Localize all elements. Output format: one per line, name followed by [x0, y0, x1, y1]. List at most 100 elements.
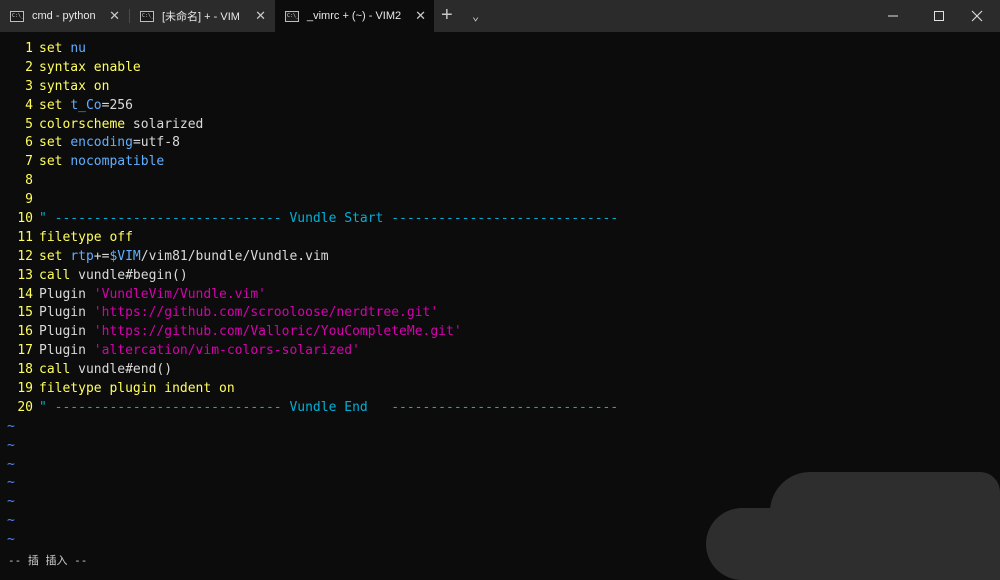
line-number: 19 [17, 381, 33, 397]
code-token: 'https://github.com/Valloric/YouComplete… [93, 324, 462, 340]
close-window-button[interactable] [954, 0, 1000, 32]
code-token: encoding [70, 135, 133, 151]
code-token: call [39, 267, 71, 283]
close-icon [971, 10, 983, 22]
code-token: plugin [109, 381, 157, 397]
code-token: set [39, 41, 63, 56]
line-number: 12 [17, 248, 33, 264]
tab-close-icon[interactable]: ✕ [415, 0, 426, 32]
code-token: " ----------------------------- Vundle S… [39, 211, 619, 227]
line-number: 10 [17, 211, 33, 227]
code-line[interactable]: 10 " ----------------------------- Vundle… [0, 210, 1000, 229]
code-line[interactable]: 8 [0, 172, 1000, 191]
code-token: 'https://github.com/scrooloose/nerdtree.… [93, 305, 439, 321]
line-number: 7 [25, 154, 33, 170]
code-token: /vim81/bundle/Vundle.vim [140, 248, 329, 264]
line-number: 2 [25, 59, 33, 75]
code-token: Plugin [39, 324, 94, 340]
code-token: Plugin [39, 286, 94, 302]
line-number: 11 [17, 229, 33, 245]
line-number: 13 [17, 267, 33, 283]
line-number: 5 [25, 116, 33, 132]
code-token: 'altercation/vim-colors-solarized' [93, 343, 360, 359]
tab-close-icon[interactable]: ✕ [109, 0, 120, 32]
code-line[interactable]: 1 set nu [0, 40, 1000, 59]
code-token: Plugin [39, 305, 94, 321]
code-line[interactable]: 9 [0, 191, 1000, 210]
code-token: off [109, 229, 133, 245]
line-number: 1 [25, 41, 33, 56]
line-number: 4 [25, 97, 33, 113]
code-token: vundle#begin() [70, 267, 188, 283]
code-token: set [39, 154, 63, 170]
tab-title: _vimrc + (~) - VIM2 [307, 10, 402, 22]
code-line[interactable]: 11 filetype off [0, 229, 1000, 248]
line-number: 6 [25, 135, 33, 151]
tab-vimrc-vim2[interactable]: C:\_ _vimrc + (~) - VIM2 ✕ [275, 0, 434, 32]
tab-title: [未命名] + - VIM [162, 11, 240, 23]
code-line[interactable]: 5 colorscheme solarized [0, 116, 1000, 135]
code-token: nocompatible [70, 154, 165, 170]
code-token: on [93, 78, 110, 94]
code-token: nu [70, 41, 86, 56]
line-number: 3 [25, 78, 33, 94]
code-token: vundle#end() [70, 362, 173, 378]
code-token: colorscheme [39, 116, 126, 132]
code-token: += [93, 248, 110, 264]
empty-line-marker: ~ [7, 437, 15, 453]
minimize-button[interactable] [870, 0, 916, 32]
line-number: 17 [17, 343, 33, 359]
code-line[interactable]: 2 syntax enable [0, 59, 1000, 78]
code-line[interactable]: 12 set rtp+=$VIM/vim81/bundle/Vundle.vim [0, 248, 1000, 267]
code-token: " ----------------------------- Vundle E… [39, 399, 619, 415]
code-line[interactable]: 4 set t_Co=256 [0, 97, 1000, 116]
code-token: filetype [39, 381, 102, 397]
tab-unnamed-vim[interactable]: C:\_ [未命名] + - VIM ✕ [130, 0, 274, 32]
code-line[interactable]: 14 Plugin 'VundleVim/Vundle.vim' [0, 286, 1000, 305]
tab-title: cmd - python [32, 10, 96, 22]
code-line[interactable]: 19 filetype plugin indent on [0, 380, 1000, 399]
code-token: set [39, 97, 63, 113]
terminal-icon: C:\_ [140, 10, 154, 22]
code-token: rtp [70, 248, 94, 264]
line-number: 8 [25, 173, 33, 189]
line-number: 9 [25, 192, 33, 208]
code-line[interactable]: 13 call vundle#begin() [0, 267, 1000, 286]
code-line[interactable]: 15 Plugin 'https://github.com/scrooloose/… [0, 304, 1000, 323]
terminal-icon: C:\_ [285, 10, 299, 22]
code-line[interactable]: 17 Plugin 'altercation/vim-colors-solariz… [0, 342, 1000, 361]
empty-line-marker: ~ [7, 418, 15, 434]
code-token: syntax [39, 78, 86, 94]
code-line[interactable]: 3 syntax on [0, 78, 1000, 97]
terminal-icon: C:\_ [10, 10, 24, 22]
new-tab-button[interactable]: + [441, 0, 453, 32]
code-line[interactable]: 18 call vundle#end() [0, 361, 1000, 380]
code-line[interactable]: 20 " ----------------------------- Vundle… [0, 399, 1000, 418]
tab-close-icon[interactable]: ✕ [255, 0, 266, 32]
line-number: 15 [17, 305, 33, 321]
line-number: 18 [17, 362, 33, 378]
code-token: filetype [39, 229, 102, 245]
code-token: 'VundleVim/Vundle.vim' [93, 286, 266, 302]
code-line[interactable]: 6 set encoding=utf-8 [0, 134, 1000, 153]
code-token: =256 [101, 97, 133, 113]
code-token: indent [164, 381, 212, 397]
title-bar: C:\_ cmd - python ✕ C:\_ [未命名] + - VIM ✕… [0, 0, 1000, 32]
code-token: solarized [125, 116, 204, 132]
code-token: on [219, 381, 235, 397]
line-number: 14 [17, 286, 33, 302]
chevron-down-icon[interactable]: ⌄ [472, 0, 479, 32]
code-token: enable [93, 59, 141, 75]
code-token: =utf-8 [132, 135, 180, 151]
code-token: $VIM [109, 248, 141, 264]
redaction-overlay [706, 508, 846, 580]
vim-mode-indicator: -- 插 插入 -- [8, 554, 88, 567]
code-token: Plugin [39, 343, 94, 359]
code-line[interactable]: 16 Plugin 'https://github.com/Valloric/Yo… [0, 323, 1000, 342]
code-line[interactable]: 7 set nocompatible [0, 153, 1000, 172]
tab-cmd-python[interactable]: C:\_ cmd - python ✕ [0, 0, 128, 32]
code-token: call [39, 362, 71, 378]
